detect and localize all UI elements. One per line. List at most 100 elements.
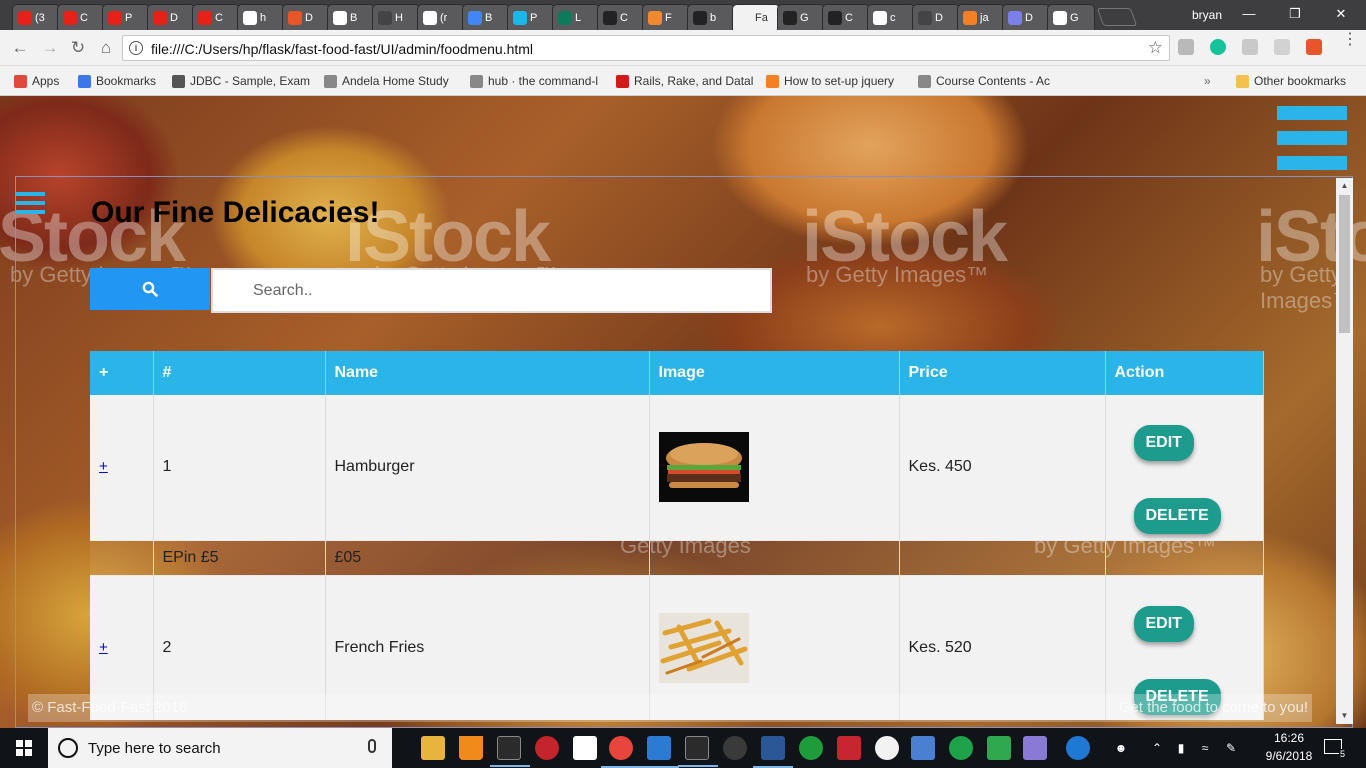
file-explorer-icon[interactable] [421,736,445,760]
bookmark-star-icon[interactable]: ☆ [1148,38,1163,58]
terminal-2-icon[interactable] [678,736,718,767]
chrome-menu-icon[interactable]: ⋮ [1342,32,1358,48]
scroll-up-icon[interactable]: ▲ [1336,178,1353,194]
browser-tab[interactable]: b [687,4,735,30]
browser-tab[interactable]: D [282,4,330,30]
taskbar-search-box[interactable]: Type here to search [48,728,392,768]
clock-date[interactable]: 9/6/2018 [1256,749,1322,763]
pen-icon[interactable]: ✎ [1224,741,1238,755]
browser-tab[interactable]: C [57,4,105,30]
start-button[interactable] [0,728,48,768]
paint-icon[interactable] [1023,736,1047,760]
expand-row-link[interactable]: + [99,458,108,475]
expand-row-link[interactable]: + [99,639,108,656]
close-window-button[interactable]: ✕ [1318,0,1364,30]
bookmark-item[interactable]: How to set-up jquery [766,73,894,89]
browser-toolbar: ← → ↻ ⌂ i file:///C:/Users/hp/flask/fast… [0,30,1366,66]
scroll-down-icon[interactable]: ▼ [1336,708,1353,724]
bookmark-item[interactable]: Bookmarks [78,73,156,89]
extension-todoist-icon[interactable] [1306,39,1322,55]
browser-tab[interactable]: G [1047,4,1095,30]
google-icon [873,10,887,25]
search-input[interactable] [211,268,772,313]
bookmark-item[interactable]: Andela Home Study [324,73,449,89]
back-icon[interactable]: ← [8,36,32,60]
url-text[interactable]: file:///C:/Users/hp/flask/fast-food-fast… [151,41,533,57]
new-tab-button[interactable] [1096,8,1138,26]
browser-tab[interactable]: ja [957,4,1005,30]
people-icon[interactable]: ☻ [1114,741,1128,755]
browser-tab[interactable]: F [642,4,690,30]
browser-tab[interactable]: L [552,4,600,30]
microphone-icon[interactable] [368,739,376,753]
browser-tab[interactable]: (3 [12,4,60,30]
remote-desktop-icon[interactable] [911,736,935,760]
slack-icon[interactable] [723,736,747,760]
app-green-icon[interactable] [949,736,973,760]
search-button[interactable] [90,268,210,310]
extension-arrow-icon[interactable] [1274,39,1290,55]
delete-button[interactable]: DELETE [1133,498,1221,534]
scroll-thumb[interactable] [1339,195,1350,333]
bookmark-item[interactable]: JDBC - Sample, Exam [172,73,310,89]
other-bookmarks-folder[interactable]: Other bookmarks [1236,73,1346,89]
sticky-notes-icon[interactable] [573,736,597,760]
help-icon[interactable] [1066,736,1090,760]
browser-tab[interactable]: H [372,4,420,30]
profile-name[interactable]: bryan [1192,8,1222,22]
chrome-icon[interactable] [601,736,641,768]
browser-tab[interactable]: c [867,4,915,30]
battery-icon[interactable]: ▮ [1174,741,1188,755]
bookmark-item[interactable]: hub · the command-l [470,73,598,89]
bookmark-item[interactable]: Rails, Rake, and Datal [616,73,753,89]
browser-tab[interactable]: h [237,4,285,30]
wifi-icon[interactable]: ≈ [1198,741,1212,755]
home-icon[interactable]: ⌂ [94,36,118,60]
app-plus-icon[interactable] [987,736,1011,760]
expand-cell: + [90,395,154,540]
app-green-circle-icon[interactable] [799,736,823,760]
scrollbar[interactable]: ▲ ▼ [1336,178,1353,724]
hamburger-menu-icon[interactable] [1277,106,1347,181]
browser-tab[interactable]: P [102,4,150,30]
browser-tab[interactable]: G [777,4,825,30]
browser-tab[interactable]: C [192,4,240,30]
reload-icon[interactable]: ↻ [66,36,90,60]
browser-tab[interactable]: Fa [732,4,780,30]
browser-tab[interactable]: D [147,4,195,30]
vscode-icon[interactable] [639,736,679,768]
action-center-icon[interactable]: 5 [1324,739,1346,759]
vlc-icon[interactable] [459,736,483,760]
browser-tab[interactable]: D [912,4,960,30]
edit-button[interactable]: EDIT [1133,605,1194,642]
browser-tab[interactable]: B [327,4,375,30]
sidebar-toggle-icon[interactable] [15,192,45,219]
clock-time[interactable]: 16:26 [1264,731,1314,745]
maximize-button[interactable]: ❐ [1272,0,1318,30]
address-bar[interactable]: i file:///C:/Users/hp/flask/fast-food-fa… [122,35,1170,61]
extension-page-icon[interactable] [1242,39,1258,55]
extension-mail-icon[interactable] [1178,39,1194,55]
grammarly-icon[interactable] [1210,39,1226,55]
app-red-icon[interactable] [535,736,559,760]
minimize-button[interactable]: — [1226,0,1272,30]
bookmark-label: Bookmarks [96,74,157,88]
browser-tab[interactable]: C [822,4,870,30]
app-z-icon[interactable] [837,736,861,760]
forward-icon[interactable]: → [38,36,62,60]
github-icon [783,10,797,25]
browser-tab[interactable]: P [507,4,555,30]
browser-tab[interactable]: (r [417,4,465,30]
browser-tab[interactable]: D [1002,4,1050,30]
browser-tab[interactable]: C [597,4,645,30]
edit-button[interactable]: EDIT [1133,425,1194,461]
terminal-icon[interactable] [490,736,530,767]
bookmark-item[interactable]: Apps [14,73,59,89]
tray-expand-icon[interactable]: ⌃ [1150,741,1164,755]
bookmark-item[interactable]: Course Contents - Ac [918,73,1050,89]
more-bookmarks-button[interactable]: » [1204,73,1211,89]
info-icon[interactable]: i [129,41,143,55]
word-icon[interactable] [753,736,793,768]
smiley-icon[interactable] [875,736,899,760]
browser-tab[interactable]: B [462,4,510,30]
